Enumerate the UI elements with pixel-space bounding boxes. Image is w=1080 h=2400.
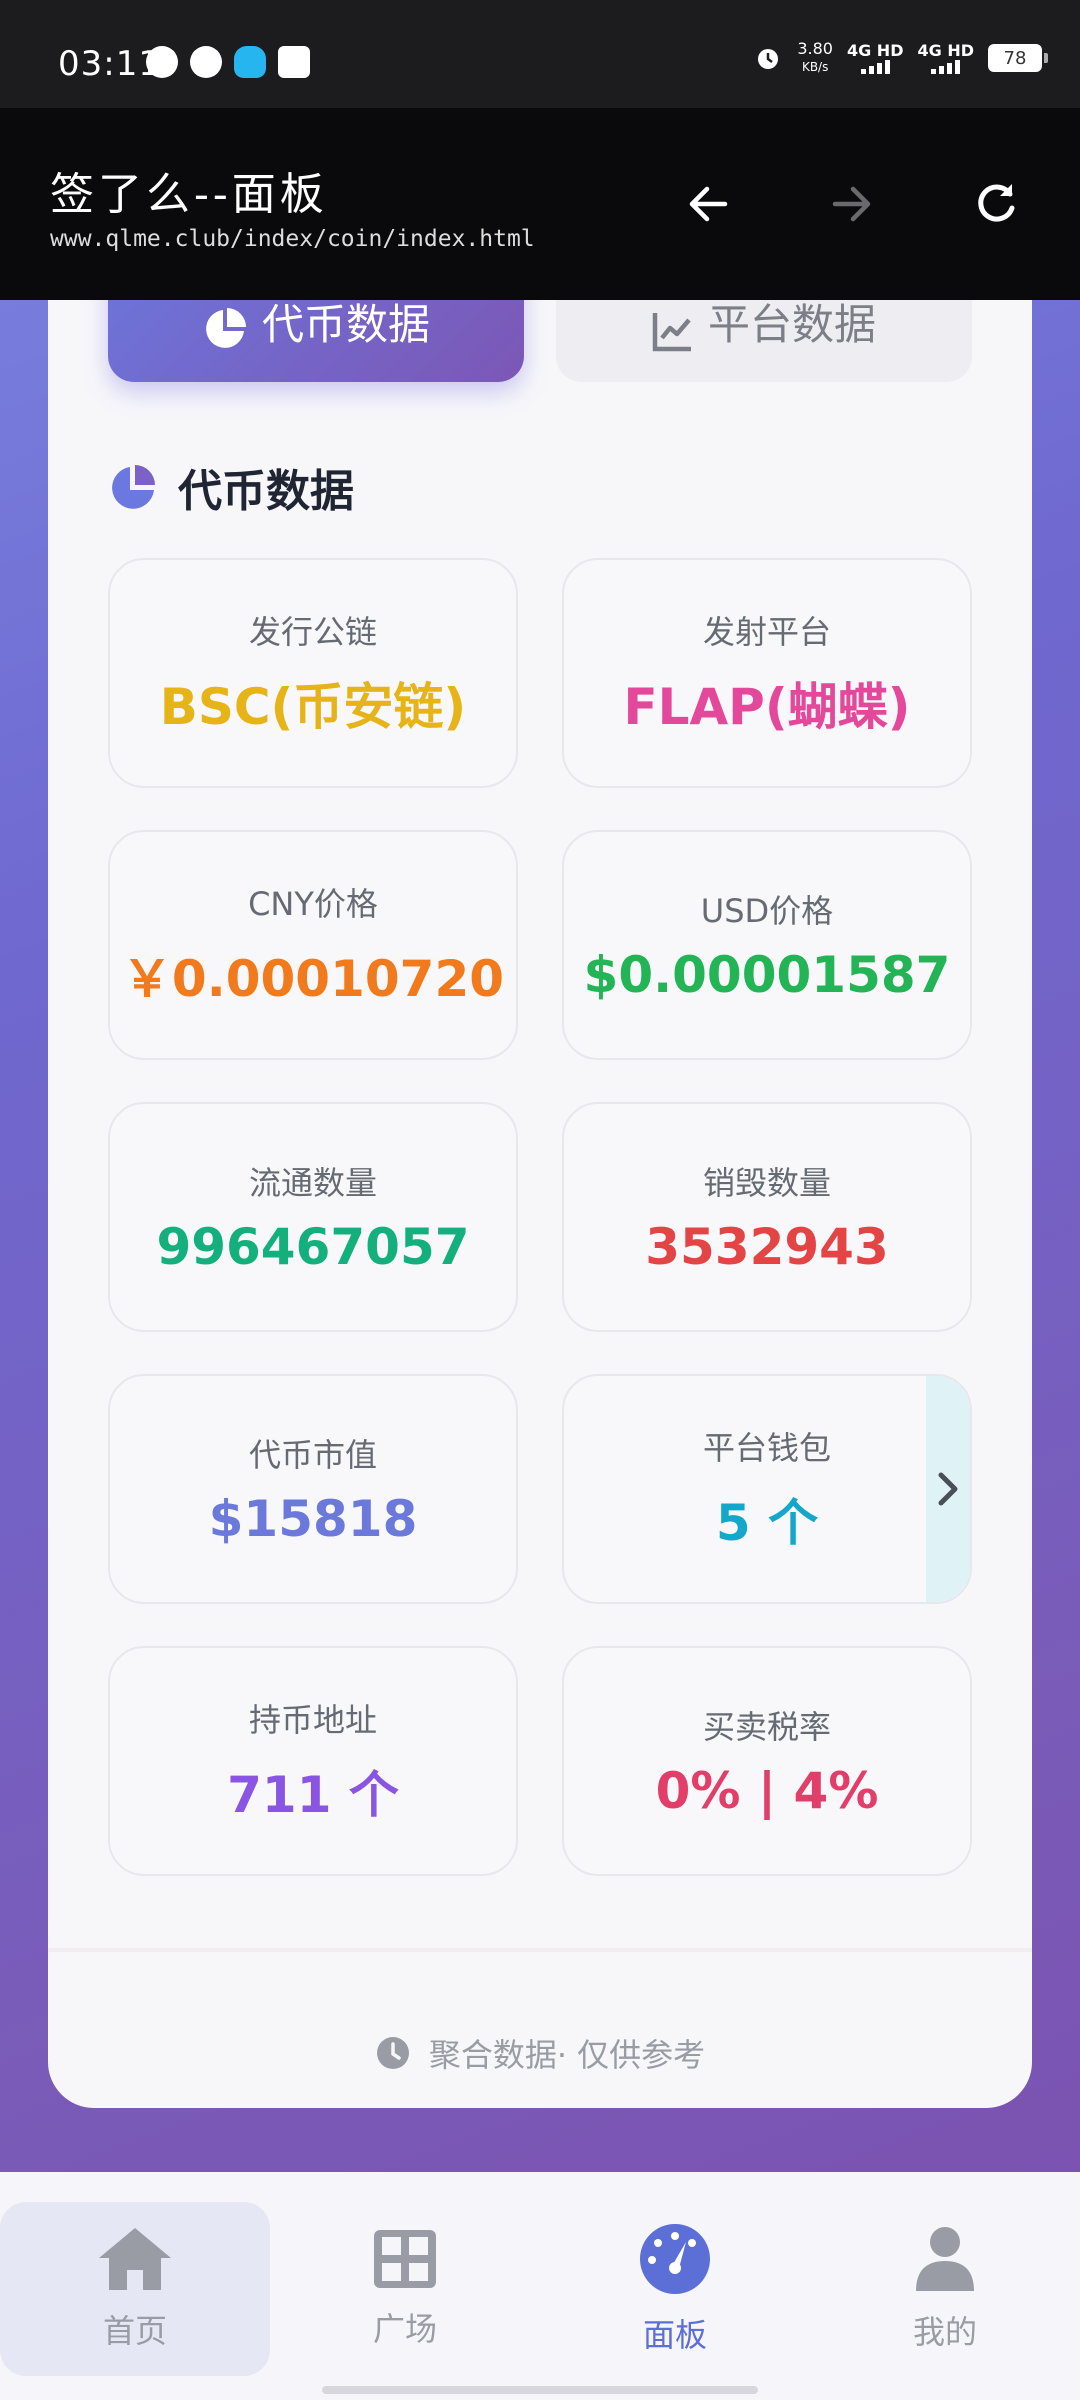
- nav-home[interactable]: 首页: [0, 2202, 270, 2376]
- tile-trade-tax: 买卖税率 0% | 4%: [562, 1646, 972, 1876]
- back-button[interactable]: [672, 168, 744, 240]
- alarm-icon: [758, 49, 779, 69]
- page-title: 签了么--面板: [50, 169, 328, 220]
- signal-1-label: 4G HD: [846, 41, 904, 60]
- signal-bars-icon: [931, 60, 961, 74]
- tile-cny-price: CNY价格 ￥0.00010720: [108, 830, 518, 1060]
- signal-2-label: 4G HD: [917, 41, 974, 60]
- signal-bars-icon: [860, 60, 890, 74]
- reload-button[interactable]: [960, 168, 1032, 240]
- tile-label: 销毁数量: [702, 1164, 831, 1202]
- pie-chart-icon: [112, 465, 155, 509]
- net-speed-unit: KB/s: [801, 60, 829, 74]
- section-header: 代币数据: [108, 455, 354, 519]
- tile-launch-platform: 发射平台 FLAP(蝴蝶): [562, 558, 972, 788]
- bottom-nav: 首页 广场 面板 我的: [0, 2172, 1080, 2400]
- pie-chart-icon: [206, 308, 246, 348]
- tile-label: 流通数量: [248, 1164, 377, 1202]
- wallet-expand-button[interactable]: [926, 1376, 970, 1602]
- tile-value: ￥0.00010720: [121, 950, 505, 1008]
- reload-icon: [978, 184, 1015, 222]
- tile-label: 平台钱包: [702, 1429, 831, 1467]
- notification-icons: [146, 46, 310, 78]
- tile-value: $0.00001587: [583, 946, 951, 1004]
- signal-1: 4G HD: [846, 41, 904, 74]
- nav-panel-label: 面板: [642, 2316, 707, 2354]
- tab-coin-data-label: 代币数据: [261, 300, 430, 349]
- nav-square-label: 广场: [372, 2310, 437, 2348]
- tile-chain: 发行公链 BSC(币安链): [108, 558, 518, 788]
- arrow-right-icon: [832, 186, 871, 222]
- section-title: 代币数据: [178, 466, 354, 517]
- home-icon: [99, 2228, 171, 2290]
- qq-icon: [234, 46, 266, 78]
- message-icon: [146, 46, 178, 78]
- tile-market-cap: 代币市值 $15818: [108, 1374, 518, 1604]
- footer-note: 聚合数据· 仅供参考: [48, 2030, 1032, 2076]
- nav-mine[interactable]: 我的: [810, 2202, 1080, 2376]
- tile-circulating-supply: 流通数量 996467057: [108, 1102, 518, 1332]
- tile-usd-price: USD价格 $0.00001587: [562, 830, 972, 1060]
- tile-value: 3532943: [645, 1218, 889, 1276]
- battery-icon: 78: [988, 44, 1048, 72]
- tile-label: 发射平台: [702, 613, 831, 651]
- page-url[interactable]: www.qlme.club/index/coin/index.html: [50, 226, 535, 252]
- nav-mine-label: 我的: [912, 2313, 977, 2351]
- wechat-icon: [190, 46, 222, 78]
- tile-value: 0% | 4%: [655, 1762, 879, 1820]
- net-speed: 3.80 KB/s: [797, 40, 833, 76]
- status-right: 3.80 KB/s 4G HD 4G HD 78: [753, 40, 1048, 76]
- tile-value: $15818: [208, 1490, 418, 1548]
- tile-value: 5 个: [715, 1494, 819, 1552]
- grid-icon: [374, 2230, 436, 2288]
- home-indicator[interactable]: [322, 2386, 758, 2394]
- footer-note-text: 聚合数据· 仅供参考: [428, 2036, 706, 2074]
- status-bar: 03:11 3.80 KB/s 4G HD 4G HD 78: [0, 0, 1080, 108]
- tile-value: 996467057: [156, 1218, 470, 1276]
- tile-label: USD价格: [700, 892, 834, 930]
- line-chart-icon: [652, 313, 691, 352]
- tile-label: 发行公链: [248, 613, 377, 651]
- divider: [48, 1948, 1032, 1952]
- tile-label: 买卖税率: [702, 1708, 831, 1746]
- nav-panel[interactable]: 面板: [540, 2202, 810, 2376]
- tile-label: 持币地址: [248, 1701, 377, 1739]
- tab-platform-data-label: 平台数据: [707, 300, 876, 349]
- tile-value: 711 个: [227, 1766, 399, 1824]
- tile-value: FLAP(蝴蝶): [623, 678, 911, 736]
- coin-data-card: 代币数据 平台数据 代币数据 发行公链 BSC(币安链) 发射平台 FLAP(蝴…: [48, 200, 1032, 2108]
- arrow-left-icon: [689, 186, 728, 222]
- tile-label: 代币市值: [248, 1436, 377, 1474]
- signal-2: 4G HD: [917, 42, 974, 74]
- dashboard-icon: [640, 2224, 710, 2294]
- tile-platform-wallets[interactable]: 平台钱包 5 个: [562, 1374, 972, 1604]
- user-icon: [916, 2227, 974, 2291]
- tile-label: CNY价格: [248, 885, 378, 923]
- tile-value: BSC(币安链): [159, 678, 467, 736]
- net-speed-value: 3.80: [797, 39, 833, 58]
- tile-burned-supply: 销毁数量 3532943: [562, 1102, 972, 1332]
- browser-bar: 签了么--面板 www.qlme.club/index/coin/index.h…: [0, 108, 1080, 300]
- nav-square[interactable]: 广场: [270, 2202, 540, 2376]
- forward-button[interactable]: [816, 168, 888, 240]
- clock-icon: [376, 2037, 409, 2069]
- qq-app-icon: [278, 46, 310, 78]
- tile-holder-addresses: 持币地址 711 个: [108, 1646, 518, 1876]
- nav-home-label: 首页: [102, 2312, 167, 2350]
- battery-level: 78: [1003, 47, 1027, 69]
- chevron-right-icon: [938, 1472, 958, 1506]
